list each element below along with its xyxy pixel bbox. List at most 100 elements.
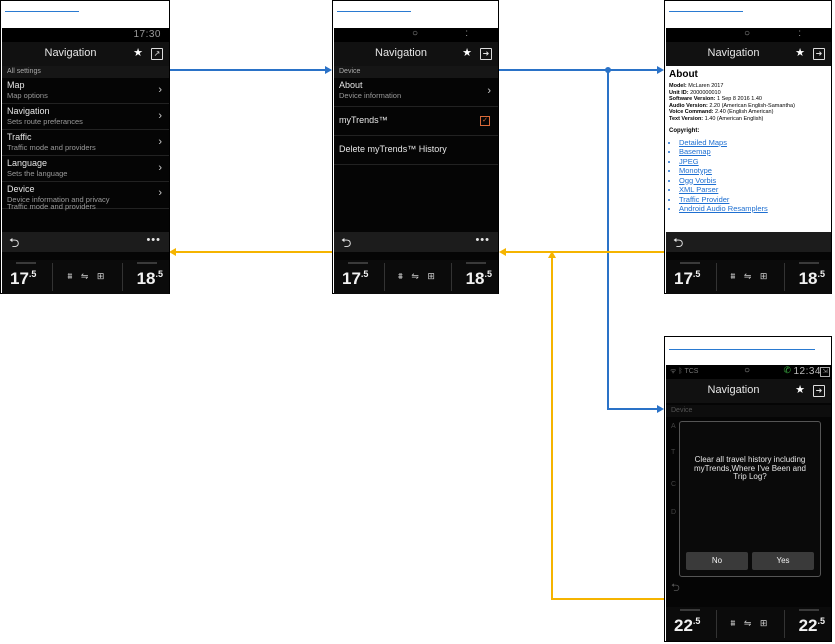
settings-item-traffic[interactable]: Traffic Traffic mode and providers › bbox=[2, 130, 169, 156]
link-traffic-provider[interactable]: Traffic Provider bbox=[679, 195, 828, 205]
yes-button[interactable]: Yes bbox=[752, 552, 814, 570]
left-temperature[interactable]: 22.5 bbox=[674, 616, 700, 636]
item-title: Map bbox=[7, 80, 25, 90]
settings-item-navigation[interactable]: Navigation Sets route preferances › bbox=[2, 104, 169, 130]
front-defrost-icon[interactable]: ⩩ bbox=[731, 618, 739, 628]
back-arrow-icon[interactable]: ⮌ bbox=[673, 234, 683, 256]
title-bar: Navigation ★ ↗ bbox=[2, 42, 169, 66]
about-heading: About bbox=[669, 69, 698, 80]
left-temp-decimal: .5 bbox=[692, 269, 701, 279]
settings-frame: 17:30 Navigation ★ ↗ All settings Map Ma… bbox=[0, 0, 170, 294]
arrowhead-about bbox=[657, 66, 664, 74]
climate-divider bbox=[784, 610, 785, 638]
link-xml-parser[interactable]: XML Parser bbox=[679, 185, 828, 195]
left-temperature[interactable]: 17.5 bbox=[674, 269, 700, 289]
item-title: myTrends™ bbox=[339, 115, 388, 125]
right-temp-decimal: .5 bbox=[155, 269, 163, 279]
frame-label-line bbox=[337, 1, 411, 12]
right-temperature[interactable]: 18.5 bbox=[137, 269, 163, 289]
chevron-right-icon: › bbox=[158, 84, 162, 96]
link-monotype[interactable]: Monotype bbox=[679, 166, 828, 176]
right-temp-decimal: .5 bbox=[817, 269, 825, 279]
front-defrost-icon[interactable]: ⩩ bbox=[398, 271, 406, 281]
exit-app-icon[interactable]: ➜ bbox=[480, 48, 492, 60]
more-options-icon[interactable]: ••• bbox=[146, 234, 161, 246]
back-arrow-icon[interactable]: ⮌ bbox=[341, 234, 351, 256]
rear-defrost-icon[interactable]: ⊞ bbox=[427, 271, 438, 281]
climate-controls: ⩩ ⇋ ⊞ bbox=[720, 618, 781, 629]
left-temp-value: 17 bbox=[674, 269, 693, 288]
right-temperature[interactable]: 22.5 bbox=[799, 616, 825, 636]
device-item-about[interactable]: About Device information › bbox=[334, 78, 498, 107]
recirculation-icon[interactable]: ⇋ bbox=[411, 271, 422, 281]
climate-controls: ⩩ ⇋ ⊞ bbox=[720, 271, 781, 282]
rear-defrost-icon[interactable]: ⊞ bbox=[760, 271, 771, 281]
settings-item-device[interactable]: Device Device information and privacy Tr… bbox=[2, 182, 169, 211]
exit-app-icon[interactable]: ➜ bbox=[813, 385, 825, 397]
climate-divider bbox=[52, 263, 53, 291]
info-key: Unit ID: bbox=[669, 89, 689, 96]
device-item-mytrends[interactable]: myTrends™ ✓ bbox=[334, 107, 498, 136]
recirculation-icon[interactable]: ⇋ bbox=[744, 618, 755, 628]
status-time: 12:34 bbox=[793, 366, 821, 377]
climate-bar: 17.5 ⩩ ⇋ ⊞ 18.5 bbox=[2, 260, 169, 294]
info-value: McLaren 2017 bbox=[686, 83, 724, 89]
right-temperature[interactable]: 18.5 bbox=[466, 269, 492, 289]
climate-divider bbox=[384, 263, 385, 291]
favorite-star-icon[interactable]: ★ bbox=[133, 46, 143, 59]
exit-app-icon[interactable]: ⇲ bbox=[820, 367, 830, 377]
favorite-star-icon[interactable]: ★ bbox=[795, 383, 805, 396]
section-header: All settings bbox=[2, 66, 169, 78]
climate-bar: 17.5 ⩩ ⇋ ⊞ 18.5 bbox=[334, 260, 498, 294]
info-key: Voice Command: bbox=[669, 109, 714, 115]
recirculation-icon[interactable]: ⇋ bbox=[81, 271, 92, 281]
confirm-dialog: Clear all travel history including myTre… bbox=[679, 421, 821, 577]
left-temp-decimal: .5 bbox=[28, 269, 37, 279]
status-separator: : bbox=[798, 28, 801, 39]
left-temperature[interactable]: 17.5 bbox=[10, 269, 36, 289]
device-item-delete-history[interactable]: Delete myTrends™ History bbox=[334, 136, 498, 165]
item-subtitle: Sets route preferances bbox=[7, 117, 83, 126]
settings-item-language[interactable]: Language Sets the language › bbox=[2, 156, 169, 182]
more-options-icon[interactable]: ••• bbox=[475, 234, 490, 246]
link-basemap[interactable]: Basemap bbox=[679, 147, 828, 157]
link-android-audio-resamplers[interactable]: Android Audio Resamplers bbox=[679, 204, 828, 214]
no-button[interactable]: No bbox=[686, 552, 748, 570]
recirculation-icon[interactable]: ⇋ bbox=[744, 271, 755, 281]
link-detailed-maps[interactable]: Detailed Maps bbox=[679, 138, 828, 148]
frame-label-line bbox=[669, 1, 743, 12]
link-jpeg[interactable]: JPEG bbox=[679, 157, 828, 167]
status-bar: ᯤ ᛒ TCS ○ ✆ 12:34 ⇲ bbox=[666, 365, 831, 379]
chevron-right-icon: › bbox=[158, 187, 162, 199]
front-defrost-icon[interactable]: ⩩ bbox=[68, 271, 76, 281]
status-bar: ○ : bbox=[666, 28, 831, 42]
flow-junction-dot bbox=[605, 67, 611, 73]
rear-defrost-icon[interactable]: ⊞ bbox=[760, 618, 771, 628]
background-row-letter: T bbox=[671, 449, 676, 456]
back-arrow-icon[interactable]: ⮌ bbox=[9, 234, 19, 256]
status-indicator-icon: ○ bbox=[744, 365, 751, 376]
left-temp-value: 17 bbox=[10, 269, 29, 288]
back-arrow-icon[interactable]: ⮌ bbox=[671, 579, 680, 598]
favorite-star-icon[interactable]: ★ bbox=[462, 46, 472, 59]
right-temperature[interactable]: 18.5 bbox=[799, 269, 825, 289]
section-header: Device bbox=[334, 66, 498, 78]
climate-bar: 17.5 ⩩ ⇋ ⊞ 18.5 bbox=[666, 260, 831, 294]
mytrends-checkbox[interactable]: ✓ bbox=[480, 116, 490, 126]
left-temperature[interactable]: 17.5 bbox=[342, 269, 368, 289]
settings-item-map[interactable]: Map Map options › bbox=[2, 78, 169, 104]
arrowhead-dialog bbox=[657, 405, 664, 413]
background-row-letter: C bbox=[671, 481, 677, 488]
front-defrost-icon[interactable]: ⩩ bbox=[731, 271, 739, 281]
exit-app-icon[interactable]: ➜ bbox=[813, 48, 825, 60]
right-temp-value: 18 bbox=[136, 269, 156, 288]
favorite-star-icon[interactable]: ★ bbox=[795, 46, 805, 59]
about-panel: About Model: McLaren 2017 Unit ID: 20000… bbox=[666, 66, 831, 240]
exit-app-icon[interactable]: ↗ bbox=[151, 48, 163, 60]
info-value: 2.40 (English American) bbox=[713, 109, 774, 115]
info-value: 2.20 (American English-Samantha) bbox=[707, 102, 795, 109]
bottom-bar: ⮌ bbox=[666, 232, 831, 252]
climate-divider bbox=[716, 263, 717, 291]
link-ogg-vorbis[interactable]: Ogg Vorbis bbox=[679, 176, 828, 186]
rear-defrost-icon[interactable]: ⊞ bbox=[97, 271, 108, 281]
